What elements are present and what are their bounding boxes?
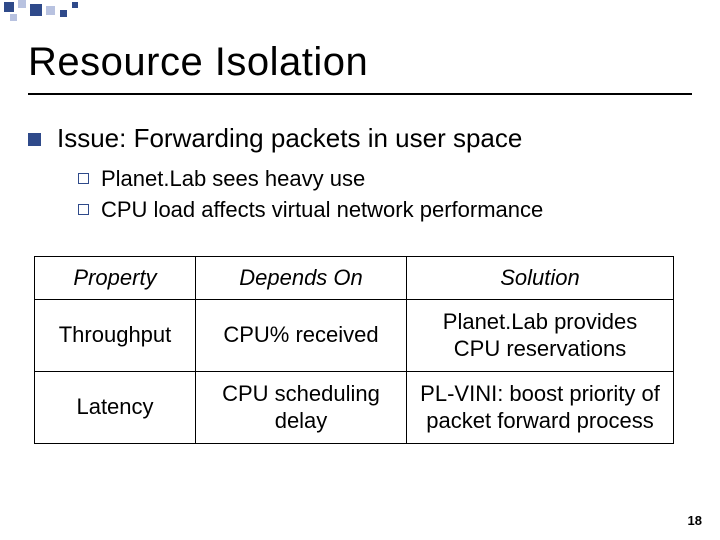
hollow-square-bullet-icon [78,173,89,184]
corner-decoration [0,0,200,24]
bullet-level1: Issue: Forwarding packets in user space [28,123,692,154]
cell-property-0: Throughput [35,299,196,371]
isolation-table: Property Depends On Solution Throughput … [34,256,674,444]
square-bullet-icon [28,133,41,146]
page-number: 18 [688,513,702,528]
title-rule [28,93,692,95]
slide-title: Resource Isolation [28,40,692,85]
cell-solution-1: PL-VINI: boost priority of packet forwar… [407,371,674,443]
issue-text: Issue: Forwarding packets in user space [57,123,522,154]
table-row: Latency CPU scheduling delay PL-VINI: bo… [35,371,674,443]
cell-depends-1: CPU scheduling delay [196,371,407,443]
bullet-level2: CPU load affects virtual network perform… [78,195,692,226]
cell-property-1: Latency [35,371,196,443]
cell-depends-0: CPU% received [196,299,407,371]
hollow-square-bullet-icon [78,204,89,215]
th-property: Property [35,256,196,299]
bullet-level2: Planet.Lab sees heavy use [78,164,692,195]
sub-text-1: CPU load affects virtual network perform… [101,195,543,226]
sub-bullets: Planet.Lab sees heavy use CPU load affec… [78,164,692,226]
slide-content: Resource Isolation Issue: Forwarding pac… [28,40,692,444]
cell-solution-0: Planet.Lab provides CPU reservations [407,299,674,371]
table-row: Throughput CPU% received Planet.Lab prov… [35,299,674,371]
table-header-row: Property Depends On Solution [35,256,674,299]
sub-text-0: Planet.Lab sees heavy use [101,164,365,195]
th-depends: Depends On [196,256,407,299]
th-solution: Solution [407,256,674,299]
